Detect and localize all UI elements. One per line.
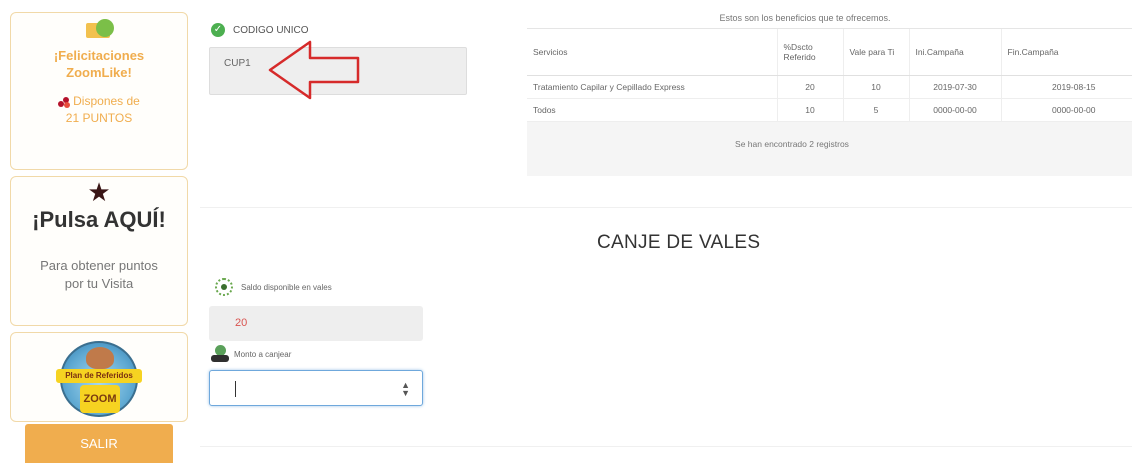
text-caret (235, 381, 236, 397)
canje-title: CANJE DE VALES (597, 232, 761, 253)
cell-dscto: 10 (777, 98, 844, 122)
referral-plan-logo[interactable]: Plan de Referidos ZOOM (56, 341, 142, 417)
saldo-label-text: Saldo disponible en vales (241, 282, 332, 292)
saldo-label: Saldo disponible en vales (215, 278, 332, 296)
points-line1: Dispones de (73, 94, 140, 108)
pulsa-aqui-text: Para obtener puntos por tu Visita (11, 257, 187, 293)
cell-servicio: Todos (527, 98, 778, 122)
congrats-title-line1: ¡Felicitaciones (53, 48, 145, 63)
monto-label-text: Monto a canjear (234, 349, 292, 359)
congrats-title: ¡Felicitaciones ZoomLike! (11, 47, 187, 81)
logo-ribbon: Plan de Referidos (56, 369, 142, 383)
col-header-servicios[interactable]: Servicios (527, 29, 778, 76)
monto-label: Monto a canjear (211, 345, 291, 363)
pulsa-aqui-title[interactable]: ¡Pulsa AQUÍ! (11, 207, 187, 233)
points-icon (58, 96, 71, 108)
salir-button[interactable]: SALIR (25, 424, 173, 463)
envelope-check-icon (84, 19, 114, 39)
table-header-row: Servicios %Dscto Referido Vale para Ti I… (527, 29, 1132, 76)
points-line2: 21 PUNTOS (65, 111, 133, 125)
money-hand-icon (211, 345, 229, 363)
pulsa-text-line1: Para obtener puntos (40, 258, 158, 273)
cell-ini: 0000-00-00 (909, 98, 1002, 122)
left-arrow-annotation-icon (268, 40, 360, 100)
benefits-table-container: Servicios %Dscto Referido Vale para Ti I… (527, 28, 1132, 176)
col-header-ini-campana[interactable]: Ini.Campaña (909, 29, 1002, 76)
logo-text: ZOOM (80, 385, 120, 413)
cell-servicio: Tratamiento Capilar y Cepillado Express (527, 75, 778, 99)
cell-dscto: 20 (777, 75, 844, 99)
code-label-text: CODIGO UNICO (233, 24, 309, 36)
records-found-text: Se han encontrado 2 registros (527, 121, 1057, 166)
col-header-vale[interactable]: Vale para Ti (843, 29, 910, 76)
table-row: Tratamiento Capilar y Cepillado Express … (527, 75, 1132, 99)
points-info: Dispones de 21 PUNTOS (11, 93, 187, 127)
section-divider (200, 207, 1132, 208)
congrats-title-line2: ZoomLike! (66, 65, 132, 80)
check-circle-icon: ✓ (211, 23, 225, 37)
spinner-arrows-icon[interactable]: ▲ ▼ (401, 381, 410, 398)
code-label: ✓ CODIGO UNICO (211, 23, 309, 37)
referral-plan-card[interactable]: Plan de Referidos ZOOM (10, 332, 188, 422)
people-icon (86, 347, 114, 369)
cell-vale: 5 (843, 98, 910, 122)
star-icon: ★ (87, 177, 111, 207)
col-header-fin-campana[interactable]: Fin.Campaña (1001, 29, 1132, 76)
monto-stepper[interactable]: ▲ ▼ (209, 370, 423, 406)
benefits-caption: Estos son los beneficios que te ofrecemo… (719, 13, 891, 23)
pulsa-text-line2: por tu Visita (64, 276, 134, 291)
col-header-dscto[interactable]: %Dscto Referido (777, 29, 844, 76)
cell-ini: 2019-07-30 (909, 75, 1002, 99)
congrats-card: ¡Felicitaciones ZoomLike! Dispones de 21… (10, 12, 188, 170)
cell-fin: 2019-08-15 (1001, 75, 1132, 99)
bottom-divider (200, 446, 1132, 447)
cell-fin: 0000-00-00 (1001, 98, 1132, 122)
saldo-value-field: 20 (209, 306, 423, 341)
benefits-table: Servicios %Dscto Referido Vale para Ti I… (527, 29, 1132, 122)
pulsa-aqui-card[interactable]: ★ ¡Pulsa AQUÍ! Para obtener puntos por t… (10, 176, 188, 326)
cell-vale: 10 (843, 75, 910, 99)
sparkle-icon (215, 278, 233, 296)
table-row: Todos 10 5 0000-00-00 0000-00-00 (527, 98, 1132, 122)
